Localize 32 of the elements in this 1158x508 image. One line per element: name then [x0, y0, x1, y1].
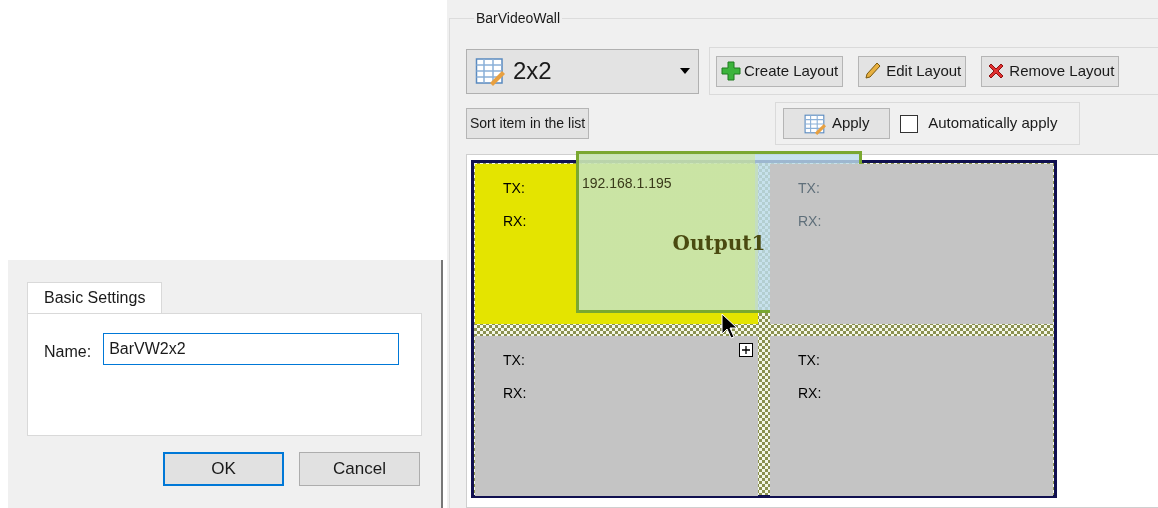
toolbar-button[interactable]: Remove Layout	[981, 55, 1120, 87]
rx-label: RX:	[798, 384, 822, 403]
tx-label: TX:	[798, 179, 820, 198]
sort-button[interactable]: Sort item in the list	[466, 108, 590, 139]
auto-apply-checkbox[interactable]	[900, 114, 919, 133]
layout-icon	[475, 56, 505, 86]
name-field[interactable]: BarVW2x2	[103, 333, 400, 365]
tx-label: TX:	[503, 179, 525, 198]
toolbar-button[interactable]: Edit Layout	[858, 55, 967, 87]
wall-cell[interactable]: TX: RX:	[770, 336, 1053, 496]
plus-box-icon	[739, 343, 753, 357]
dropdown-caret-icon	[680, 68, 690, 74]
group-title: BarVideoWall	[474, 10, 563, 26]
tab[interactable]: Basic Settings	[27, 282, 163, 313]
apply-button[interactable]: Apply	[783, 108, 891, 139]
dialog-button[interactable]: OK	[163, 452, 284, 486]
tx-label: TX:	[798, 351, 820, 370]
rx-label: RX:	[503, 212, 527, 231]
auto-apply-label: Automatically apply	[928, 113, 1058, 134]
layout-dropdown[interactable]: 2x2	[466, 48, 699, 94]
plus-icon	[721, 61, 741, 81]
toolbar-button[interactable]: Create Layout	[716, 55, 844, 87]
ip-address: 192.168.1.195	[582, 174, 672, 193]
wall-cell[interactable]: TX: RX:	[475, 336, 758, 496]
output-title: Output1	[672, 230, 766, 257]
table-icon	[803, 112, 826, 135]
rx-label: RX:	[503, 384, 527, 403]
dialog-button[interactable]: Cancel	[299, 452, 420, 486]
name-label: Name:	[44, 342, 92, 362]
rx-label: RX:	[798, 212, 822, 231]
tx-label: TX:	[503, 351, 525, 370]
cursor-icon	[721, 313, 737, 339]
